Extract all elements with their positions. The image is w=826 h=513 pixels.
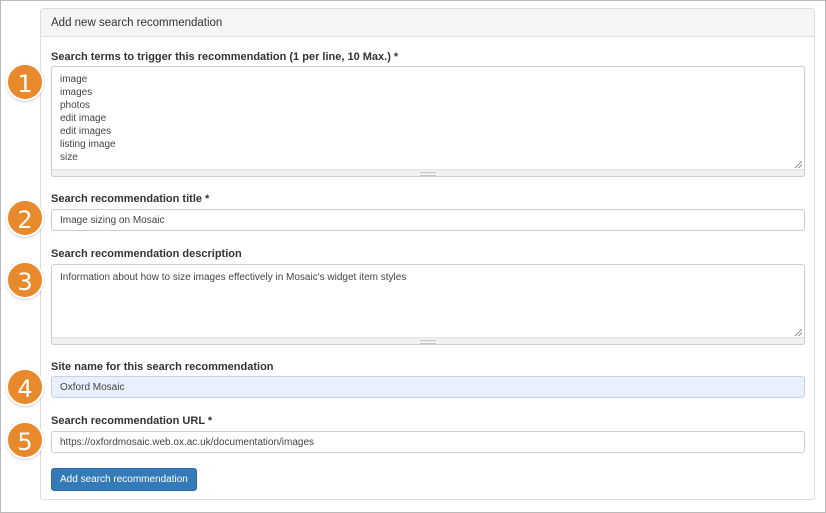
search-term-line: image xyxy=(60,74,88,85)
description-label: Search recommendation description xyxy=(51,248,242,260)
search-term-line: listing image xyxy=(60,139,116,150)
step-badge-1: 1 xyxy=(6,63,44,101)
step-badge-2: 2 xyxy=(6,199,44,237)
step-badge-3: 3 xyxy=(6,261,44,299)
panel-heading: Add new search recommendation xyxy=(41,9,814,37)
search-terms-textarea[interactable]: image images photos edit image edit imag… xyxy=(51,66,805,177)
textarea-grip-handle[interactable] xyxy=(52,169,804,176)
step-badge-5: 5 xyxy=(6,421,44,459)
add-recommendation-panel: Add new search recommendation Search ter… xyxy=(40,8,815,500)
site-name-input[interactable]: Oxford Mosaic xyxy=(51,376,805,398)
add-search-recommendation-button[interactable]: Add search recommendation xyxy=(51,468,197,491)
search-term-line: edit image xyxy=(60,113,107,124)
search-term-line: photos xyxy=(60,100,91,111)
resize-handle-icon[interactable] xyxy=(795,329,802,336)
url-label: Search recommendation URL * xyxy=(51,415,213,427)
title-label: Search recommendation title * xyxy=(51,193,210,205)
search-terms-label: Search terms to trigger this recommendat… xyxy=(51,51,399,63)
title-input[interactable]: Image sizing on Mosaic xyxy=(51,209,805,231)
textarea-grip-handle[interactable] xyxy=(52,337,804,344)
resize-handle-icon[interactable] xyxy=(795,161,802,168)
search-term-line: edit images xyxy=(60,126,112,137)
search-term-line: size xyxy=(60,152,78,163)
description-textarea[interactable]: Information about how to size images eff… xyxy=(51,264,805,345)
site-name-label: Site name for this search recommendation xyxy=(51,361,274,373)
search-term-line: images xyxy=(60,87,93,98)
description-text: Information about how to size images eff… xyxy=(60,272,407,283)
url-input[interactable]: https://oxfordmosaic.web.ox.ac.uk/docume… xyxy=(51,431,805,453)
step-badge-4: 4 xyxy=(6,368,44,406)
